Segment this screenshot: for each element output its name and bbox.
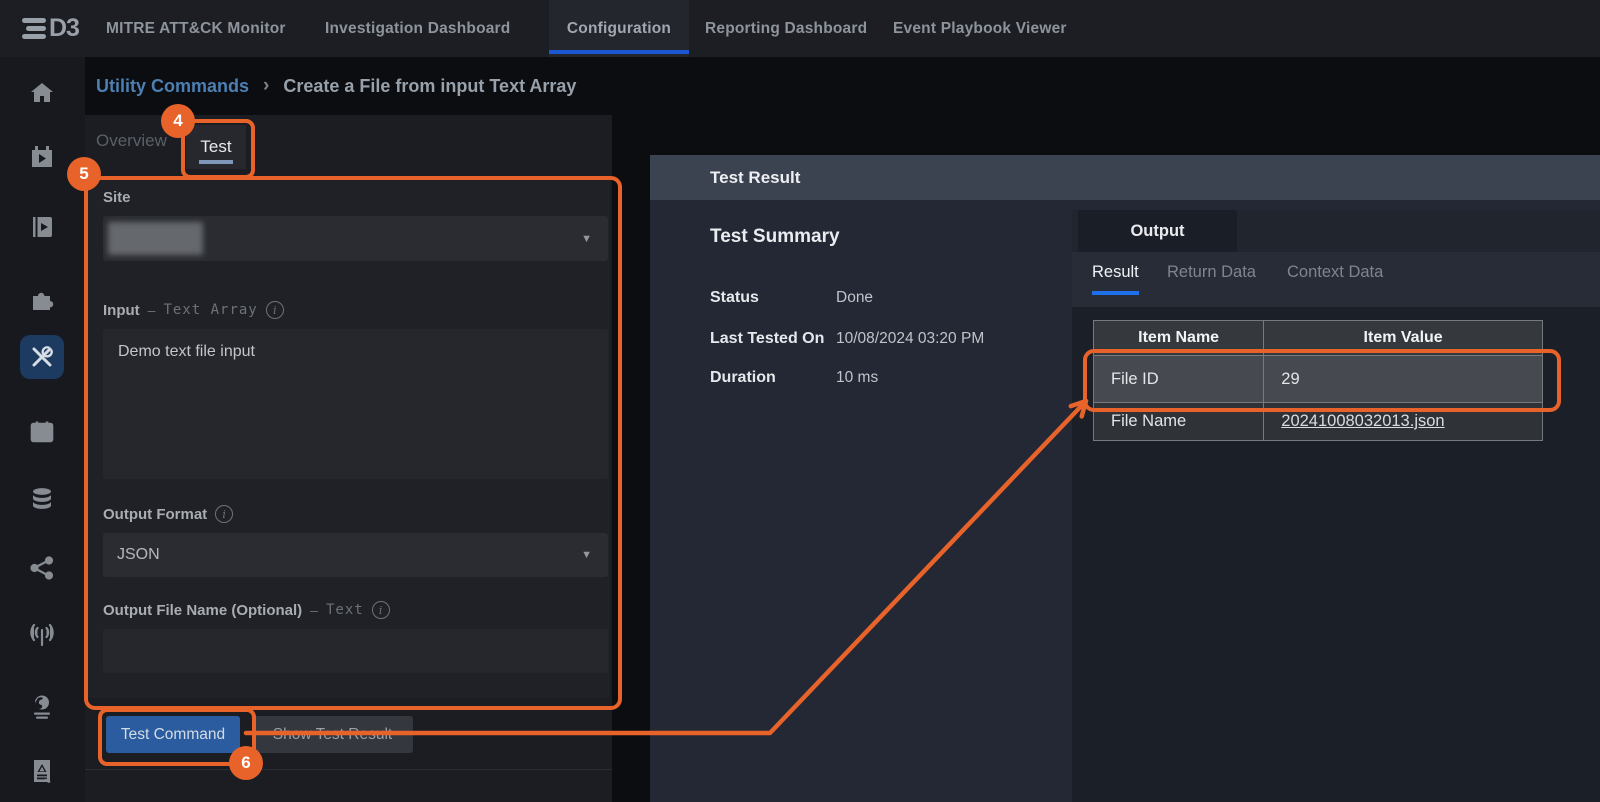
input-textarea[interactable]: Demo text file input — [103, 329, 608, 479]
nav-item-mitre-attack-monitor[interactable]: MITRE ATT&CK Monitor — [106, 0, 286, 57]
column-header-item-name: Item Name — [1094, 321, 1264, 355]
tab-test-label: Test — [200, 137, 231, 157]
input-label-row: Input – Text Array i — [103, 301, 284, 319]
table-row-file-id: File ID 29 — [1094, 356, 1542, 403]
output-format-value: JSON — [103, 546, 160, 564]
input-label: Input — [103, 302, 140, 319]
nav-item-reporting-dashboard[interactable]: Reporting Dashboard — [705, 0, 867, 57]
sidebar-event-ingestion-antenna-icon[interactable] — [20, 613, 64, 657]
tab-test[interactable]: Test — [186, 125, 246, 169]
d3-logo-bars-icon — [22, 18, 46, 39]
breadcrumb-utility-commands[interactable]: Utility Commands — [96, 76, 249, 97]
table-row-file-name: File Name 20241008032013.json — [1094, 403, 1542, 440]
tab-output[interactable]: Output — [1078, 210, 1237, 252]
left-column-divider — [85, 769, 612, 770]
output-format-label: Output Format — [103, 506, 207, 523]
breadcrumb-chevron-icon: › — [263, 75, 269, 97]
file-id-name-cell: File ID — [1094, 356, 1264, 402]
site-label: Site — [103, 189, 131, 206]
sidebar-integrations-puzzle-icon[interactable] — [20, 278, 64, 322]
sidebar-geolocation-icon[interactable] — [20, 685, 64, 729]
duration-label: Duration — [710, 369, 776, 387]
site-dropdown[interactable]: ▼ — [103, 216, 608, 261]
app-root: D3 MITRE ATT&CK Monitor Investigation Da… — [0, 0, 1600, 802]
last-tested-label: Last Tested On — [710, 330, 824, 348]
column-header-item-value: Item Value — [1264, 321, 1542, 355]
result-table: Item Name Item Value File ID 29 File Nam… — [1093, 320, 1543, 441]
output-format-dropdown[interactable]: JSON ▼ — [103, 533, 608, 577]
subtab-result-active-underline — [1092, 291, 1139, 295]
tab-test-active-underline — [199, 160, 233, 164]
file-name-name-cell: File Name — [1094, 403, 1264, 440]
site-value-redacted — [108, 222, 203, 255]
sidebar-database-icon[interactable] — [20, 477, 64, 521]
result-table-header-row: Item Name Item Value — [1094, 321, 1542, 356]
page-title: Create a File from input Text Array — [283, 76, 576, 97]
test-summary-title: Test Summary — [710, 226, 840, 248]
output-file-name-label-row: Output File Name (Optional) – Text i — [103, 601, 390, 619]
breadcrumb: Utility Commands › Create a File from in… — [96, 57, 576, 115]
d3-logo-text: D3 — [49, 14, 79, 43]
output-file-name-input[interactable] — [103, 629, 608, 673]
sidebar-incident-reports-icon[interactable] — [20, 749, 64, 793]
status-label: Status — [710, 289, 759, 307]
status-value: Done — [836, 289, 873, 307]
file-name-link[interactable]: 20241008032013.json — [1281, 412, 1444, 431]
test-command-button[interactable]: Test Command — [106, 716, 240, 753]
output-file-type: Text — [326, 602, 364, 618]
nav-item-investigation-dashboard[interactable]: Investigation Dashboard — [325, 0, 510, 57]
output-format-label-row: Output Format i — [103, 505, 233, 523]
sidebar-playbook-library-icon[interactable] — [20, 205, 64, 249]
duration-value: 10 ms — [836, 369, 878, 387]
subtab-context-data[interactable]: Context Data — [1287, 263, 1383, 282]
top-nav-bar: D3 MITRE ATT&CK Monitor Investigation Da… — [0, 0, 1600, 57]
show-test-result-button[interactable]: Show Test Result — [252, 716, 413, 753]
sidebar-utility-commands-tools-icon[interactable] — [20, 335, 64, 379]
nav-item-event-playbook-viewer[interactable]: Event Playbook Viewer — [893, 0, 1067, 57]
sidebar-calendar-icon[interactable] — [20, 410, 64, 454]
tab-overview[interactable]: Overview — [96, 131, 167, 151]
output-file-name-label: Output File Name (Optional) — [103, 602, 302, 619]
d3-logo[interactable]: D3 — [22, 0, 79, 57]
test-result-header: Test Result — [650, 155, 1600, 200]
site-dropdown-caret-icon: ▼ — [581, 233, 592, 245]
input-info-icon[interactable]: i — [266, 301, 284, 319]
icon-sidebar — [0, 57, 85, 802]
input-type: Text Array — [163, 302, 257, 318]
sidebar-scheduled-playbooks-icon[interactable] — [20, 135, 64, 179]
nav-item-configuration[interactable]: Configuration — [549, 0, 689, 57]
sidebar-home-icon[interactable] — [20, 71, 64, 115]
output-file-type-separator: – — [310, 602, 318, 618]
output-format-caret-icon: ▼ — [581, 549, 592, 561]
file-id-value-cell: 29 — [1264, 356, 1542, 402]
output-format-info-icon[interactable]: i — [215, 505, 233, 523]
subtab-result[interactable]: Result — [1092, 263, 1139, 282]
sidebar-link-analysis-icon[interactable] — [20, 546, 64, 590]
last-tested-value: 10/08/2024 03:20 PM — [836, 330, 984, 348]
subtab-return-data[interactable]: Return Data — [1167, 263, 1256, 282]
output-file-info-icon[interactable]: i — [372, 601, 390, 619]
input-type-separator: – — [148, 302, 156, 318]
